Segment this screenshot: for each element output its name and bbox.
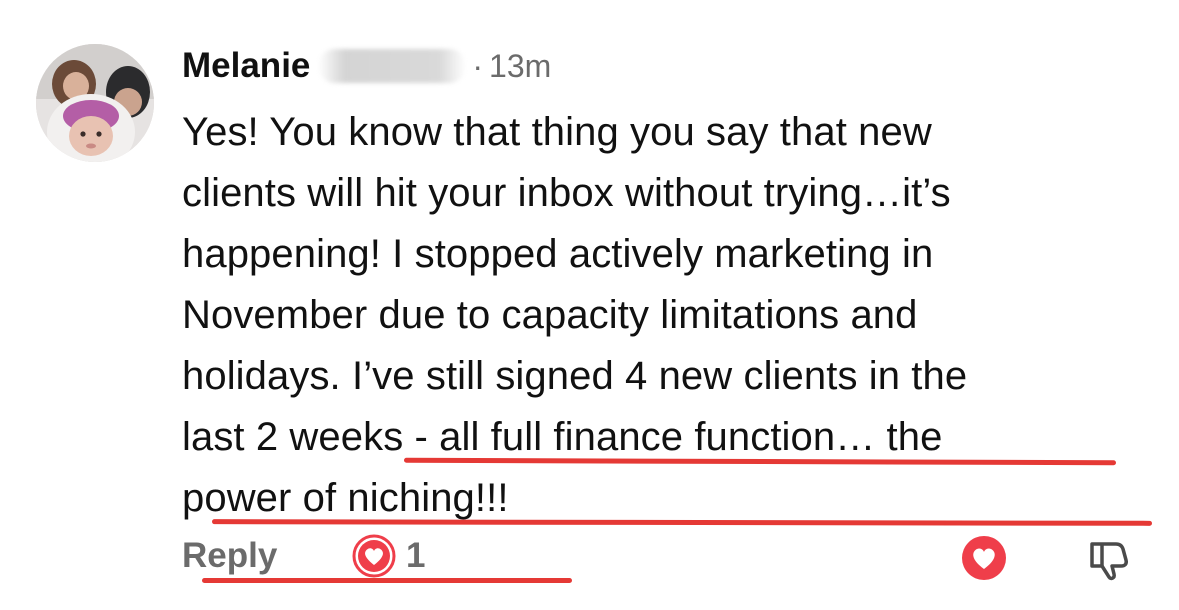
dislike-button[interactable] [1084,534,1132,582]
comment: Melanie · 13m Yes! You know that thing y… [182,38,1153,583]
comment-line: Yes! You know that thing you say that ne… [182,110,932,154]
love-reaction-button[interactable] [960,534,1008,582]
comment-line: clients will hit your inbox without tryi… [182,171,951,215]
avatar-photo [36,44,154,162]
heart-reaction-icon [352,534,396,578]
heart-button-icon [962,536,1006,580]
reply-button[interactable]: Reply [182,536,277,576]
comment-actions: Reply 1 [182,530,1152,586]
comment-timestamp: 13m [489,47,552,84]
thumbs-down-icon [1090,542,1128,581]
comment-line: happening! I stopped actively marketing … [182,232,934,276]
comment-header: Melanie · 13m [182,38,1152,94]
reaction-count: 1 [406,536,426,575]
avatar[interactable] [36,44,154,162]
comment-line: November due to capacity limitations and [182,293,918,337]
comment-line: holidays. I’ve still signed 4 new client… [182,354,968,398]
redacted-surname [318,49,467,83]
author-name[interactable]: Melanie [182,46,310,86]
reaction-summary[interactable]: 1 [352,534,425,578]
comment-body: Yes! You know that thing you say that ne… [182,102,1153,583]
meta-separator: · [472,47,484,84]
